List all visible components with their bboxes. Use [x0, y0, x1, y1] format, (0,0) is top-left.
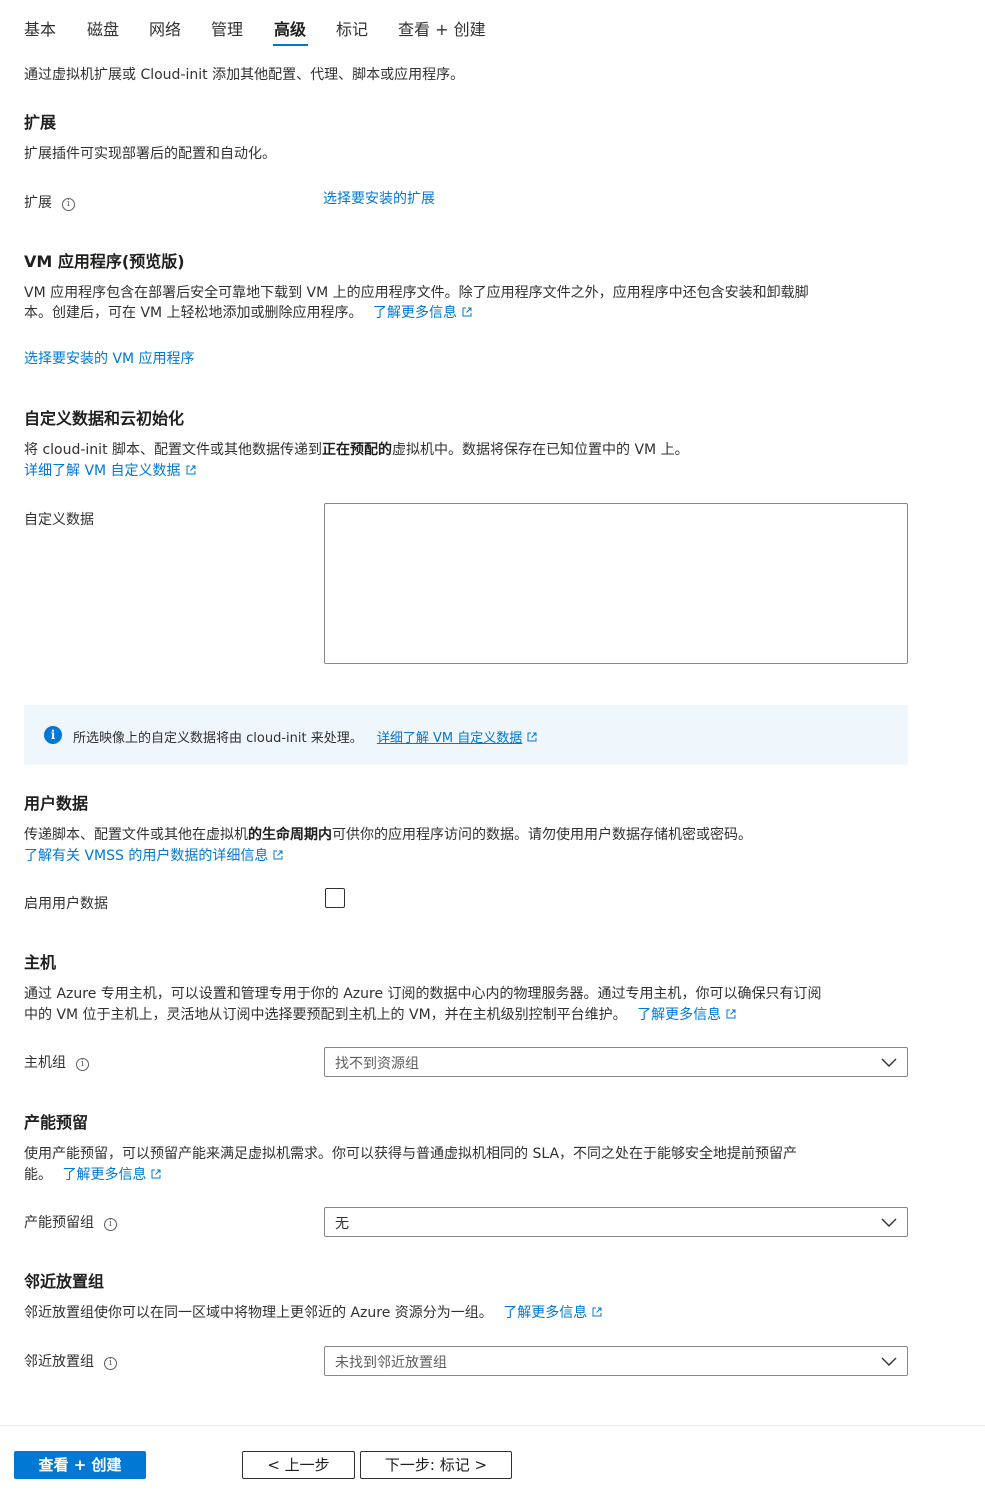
- previous-button[interactable]: < 上一步: [242, 1451, 355, 1479]
- host-group-label: 主机组 i: [24, 1052, 89, 1072]
- cloud-init-info-bar: i 所选映像上的自定义数据将由 cloud-init 来处理。 详细了解 VM …: [24, 705, 908, 765]
- external-link-icon: [726, 1009, 736, 1019]
- proximity-heading: 邻近放置组: [24, 1272, 105, 1291]
- info-icon[interactable]: i: [76, 1058, 89, 1071]
- capacity-heading: 产能预留: [24, 1113, 89, 1132]
- tab-tags[interactable]: 标记: [336, 16, 368, 40]
- proximity-group-placeholder: 未找到邻近放置组: [335, 1355, 447, 1371]
- info-icon[interactable]: i: [104, 1218, 117, 1231]
- host-group-dropdown[interactable]: 找不到资源组: [324, 1047, 908, 1077]
- capacity-learn-more-link[interactable]: 了解更多信息: [62, 1167, 161, 1183]
- capacity-group-value: 无: [335, 1216, 349, 1232]
- chevron-down-icon: [881, 1058, 897, 1067]
- vm-apps-learn-more-link[interactable]: 了解更多信息: [373, 305, 472, 321]
- custom-data-description: 将 cloud-init 脚本、配置文件或其他数据传递到正在预配的虚拟机中。数据…: [24, 442, 689, 458]
- info-bar-learn-link[interactable]: 详细了解 VM 自定义数据: [377, 731, 537, 746]
- tab-networking[interactable]: 网络: [149, 16, 181, 40]
- enable-user-data-label: 启用用户数据: [24, 896, 108, 912]
- external-link-icon: [462, 307, 472, 317]
- page-intro: 通过虚拟机扩展或 Cloud-init 添加其他配置、代理、脚本或应用程序。: [24, 67, 465, 83]
- external-link-icon: [273, 850, 283, 860]
- external-link-icon: [186, 465, 196, 475]
- capacity-group-dropdown[interactable]: 无: [324, 1207, 908, 1237]
- custom-data-label: 自定义数据: [24, 512, 94, 528]
- custom-data-learn-link[interactable]: 详细了解 VM 自定义数据: [24, 460, 196, 480]
- extensions-label: 扩展 i: [24, 192, 75, 212]
- user-data-heading: 用户数据: [24, 794, 89, 813]
- tab-basics[interactable]: 基本: [24, 16, 56, 40]
- host-heading: 主机: [24, 953, 57, 972]
- active-tab-indicator: [273, 44, 308, 46]
- tab-management[interactable]: 管理: [211, 16, 243, 40]
- custom-data-heading: 自定义数据和云初始化: [24, 409, 185, 428]
- capacity-description-line1: 使用产能预留，可以预留产能来满足虚拟机需求。你可以获得与普通虚拟机相同的 SLA…: [24, 1146, 798, 1162]
- footer-divider: [0, 1425, 985, 1426]
- next-button[interactable]: 下一步: 标记 >: [360, 1451, 512, 1479]
- external-link-icon: [527, 732, 537, 742]
- tab-bar: 基本 磁盘 网络 管理 高级 标记 查看 + 创建: [0, 0, 985, 50]
- info-icon[interactable]: i: [104, 1357, 117, 1370]
- external-link-icon: [151, 1169, 161, 1179]
- capacity-description-line2: 能。 了解更多信息: [24, 1164, 161, 1184]
- extensions-description: 扩展插件可实现部署后的配置和自动化。: [24, 146, 276, 162]
- custom-data-textarea[interactable]: [324, 503, 908, 664]
- vm-apps-description-line1: VM 应用程序包含在部署后安全可靠地下载到 VM 上的应用程序文件。除了应用程序…: [24, 285, 809, 301]
- chevron-down-icon: [881, 1357, 897, 1366]
- review-create-button[interactable]: 查看 + 创建: [14, 1451, 146, 1479]
- vm-apps-description-line2: 本。创建后，可在 VM 上轻松地添加或删除应用程序。 了解更多信息: [24, 302, 472, 322]
- select-vm-apps-link[interactable]: 选择要安装的 VM 应用程序: [24, 348, 195, 368]
- tab-advanced[interactable]: 高级: [274, 16, 306, 40]
- host-group-placeholder: 找不到资源组: [335, 1056, 419, 1072]
- user-data-description: 传递脚本、配置文件或其他在虚拟机的生命周期内可供你的应用程序访问的数据。请勿使用…: [24, 827, 752, 843]
- chevron-down-icon: [881, 1218, 897, 1227]
- user-data-learn-link[interactable]: 了解有关 VMSS 的用户数据的详细信息: [24, 845, 283, 865]
- capacity-group-label: 产能预留组 i: [24, 1212, 117, 1232]
- proximity-learn-more-link[interactable]: 了解更多信息: [503, 1305, 602, 1321]
- host-description-line2: 中的 VM 位于主机上，灵活地从订阅中选择要预配到主机上的 VM，并在主机级别控…: [24, 1004, 736, 1024]
- vm-apps-heading: VM 应用程序(预览版): [24, 252, 185, 271]
- tab-disks[interactable]: 磁盘: [87, 16, 119, 40]
- proximity-group-label: 邻近放置组 i: [24, 1351, 117, 1371]
- host-description-line1: 通过 Azure 专用主机，可以设置和管理专用于你的 Azure 订阅的数据中心…: [24, 986, 822, 1002]
- proximity-description: 邻近放置组使你可以在同一区域中将物理上更邻近的 Azure 资源分为一组。 了解…: [24, 1302, 602, 1322]
- host-learn-more-link[interactable]: 了解更多信息: [637, 1007, 736, 1023]
- proximity-group-dropdown[interactable]: 未找到邻近放置组: [324, 1346, 908, 1376]
- info-circle-icon: i: [44, 726, 62, 744]
- enable-user-data-checkbox[interactable]: [325, 888, 345, 908]
- info-icon[interactable]: i: [62, 198, 75, 211]
- extensions-heading: 扩展: [24, 113, 57, 132]
- select-extensions-link[interactable]: 选择要安装的扩展: [323, 188, 435, 208]
- external-link-icon: [592, 1307, 602, 1317]
- info-bar-text: 所选映像上的自定义数据将由 cloud-init 来处理。 详细了解 VM 自定…: [73, 727, 537, 746]
- tab-review-create[interactable]: 查看 + 创建: [398, 16, 486, 40]
